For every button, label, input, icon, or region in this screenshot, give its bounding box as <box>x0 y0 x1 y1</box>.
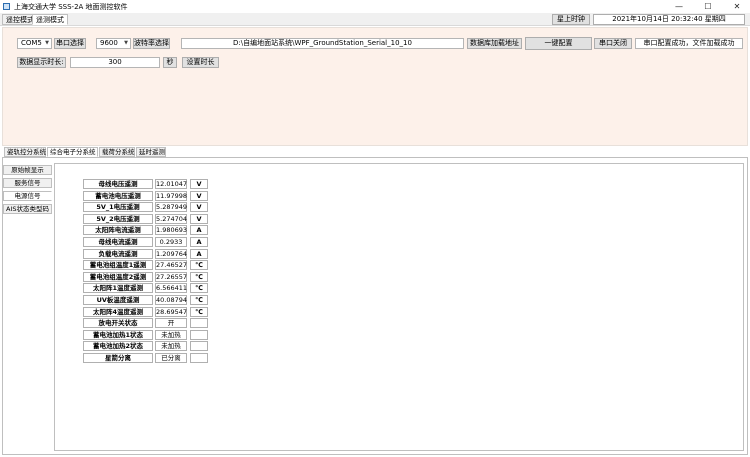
telemetry-label: 5V_1电压遥测 <box>83 202 153 212</box>
telemetry-label: 蓄电池电压遥测 <box>83 191 153 201</box>
telemetry-value: 5.287949 <box>155 202 188 212</box>
telemetry-value: 40.08794 <box>155 295 188 305</box>
telemetry-value: 5.274704 <box>155 214 188 224</box>
satellite-clock-button[interactable]: 星上时钟 <box>552 14 590 25</box>
telemetry-value: 开 <box>155 318 187 328</box>
telemetry-unit: A <box>190 225 208 235</box>
telemetry-label: 蓄电池组温度1遥测 <box>83 260 153 270</box>
telemetry-value: 1.980693 <box>155 225 188 235</box>
telemetry-value: 27.46527 <box>155 260 188 270</box>
baud-select[interactable]: 9600 ▼ <box>96 38 131 49</box>
telemetry-unit: A <box>190 249 208 259</box>
chevron-down-icon: ▼ <box>45 40 49 46</box>
maximize-icon[interactable]: ☐ <box>697 0 719 13</box>
minimize-icon[interactable]: — <box>668 0 690 13</box>
one-key-config-button[interactable]: 一键配置 <box>525 37 592 50</box>
telemetry-unit <box>190 353 208 363</box>
telemetry-value: 28.69547 <box>155 307 188 317</box>
telemetry-value: 0.2933 <box>155 237 187 247</box>
telemetry-value: 27.26557 <box>155 272 188 282</box>
tab-power-signal[interactable]: 电源信号 <box>3 191 52 201</box>
db-path-field[interactable]: D:\自编地面站系统\WPF_GroundStation_Serial_10_1… <box>181 38 464 49</box>
telemetry-label: 母线电压遥测 <box>83 179 153 189</box>
status-message: 串口配置成功，文件加载成功 <box>635 38 743 49</box>
telemetry-value: 12.01047 <box>155 179 188 189</box>
telemetry-label: 蓄电池加热1状态 <box>83 330 153 340</box>
tab-service-signal[interactable]: 服务信号 <box>3 178 52 188</box>
port-select[interactable]: COM5 ▼ <box>17 38 52 49</box>
telemetry-unit <box>190 330 208 340</box>
tab-attitude-orbit[interactable]: 姿轨控分系统 <box>4 147 46 157</box>
telemetry-label: 蓄电池加热2状态 <box>83 341 153 351</box>
telemetry-label: 放电开关状态 <box>83 318 153 328</box>
telemetry-unit: A <box>190 237 208 247</box>
telemetry-value: 未加热 <box>155 330 187 340</box>
telemetry-label: 5V_2电压遥测 <box>83 214 153 224</box>
app-icon <box>3 3 10 10</box>
interval-unit: 秒 <box>163 57 177 68</box>
telemetry-unit: ℃ <box>190 307 208 317</box>
telemetry-label: 太阳阵1温度遥测 <box>83 283 153 293</box>
set-interval-button[interactable]: 设置时长 <box>182 57 219 68</box>
mode-tab-bar: 遥控模式 遥测模式 星上时钟 2021年10月14日 20:32:40 星期四 <box>0 13 750 26</box>
telemetry-label: 太阳阵4温度遥测 <box>83 307 153 317</box>
telemetry-unit: ℃ <box>190 283 208 293</box>
telemetry-label: 母线电流遥测 <box>83 237 153 247</box>
telemetry-label: 蓄电池组温度2遥测 <box>83 272 153 282</box>
tab-raw-frame[interactable]: 原始帧显示 <box>3 165 52 175</box>
window-title: 上海交通大学 SSS-2A 地面测控软件 <box>14 3 128 11</box>
telemetry-unit: V <box>190 191 208 201</box>
telemetry-unit: V <box>190 202 208 212</box>
telemetry-value: 已分离 <box>155 353 187 363</box>
datetime-display: 2021年10月14日 20:32:40 星期四 <box>593 14 745 25</box>
telemetry-unit: V <box>190 179 208 189</box>
telemetry-unit: V <box>190 214 208 224</box>
tab-payload[interactable]: 载荷分系统 <box>99 147 135 157</box>
telemetry-unit: ℃ <box>190 295 208 305</box>
port-select-value: COM5 <box>21 39 42 47</box>
telemetry-value: 11.97998 <box>155 191 188 201</box>
telemetry-value: 未加热 <box>155 341 187 351</box>
telemetry-label: 星箭分离 <box>83 353 153 363</box>
baud-label: 波特率选择 <box>133 38 170 49</box>
db-load-button[interactable]: 数据库加载地址 <box>467 38 522 49</box>
telemetry-unit <box>190 318 208 328</box>
interval-input[interactable]: 300 <box>70 57 160 68</box>
telemetry-unit <box>190 341 208 351</box>
tab-ais-status-code[interactable]: AIS状态类型码 <box>3 204 52 214</box>
telemetry-label: 太阳阵电流遥测 <box>83 225 153 235</box>
close-port-button[interactable]: 串口关闭 <box>594 38 632 49</box>
chevron-down-icon: ▼ <box>124 40 128 46</box>
telemetry-value: 6.566411 <box>155 283 188 293</box>
telemetry-value: 1.209764 <box>155 249 188 259</box>
telemetry-unit: ℃ <box>190 272 208 282</box>
baud-select-value: 9600 <box>100 39 118 47</box>
port-label: 串口选择 <box>54 38 86 49</box>
title-bar: 上海交通大学 SSS-2A 地面测控软件 — ☐ ✕ <box>0 0 750 13</box>
telemetry-label: UV板温度遥测 <box>83 295 153 305</box>
close-icon[interactable]: ✕ <box>726 0 748 13</box>
tab-delayed-telemetry[interactable]: 延时遥测 <box>136 147 166 157</box>
interval-label: 数据显示时长: <box>17 57 66 68</box>
tab-integrated-electronics[interactable]: 综合电子分系统 <box>47 147 98 157</box>
telemetry-label: 负载电流遥测 <box>83 249 153 259</box>
telemetry-unit: ℃ <box>190 260 208 270</box>
tab-telemetry[interactable]: 遥测模式 <box>32 14 68 25</box>
